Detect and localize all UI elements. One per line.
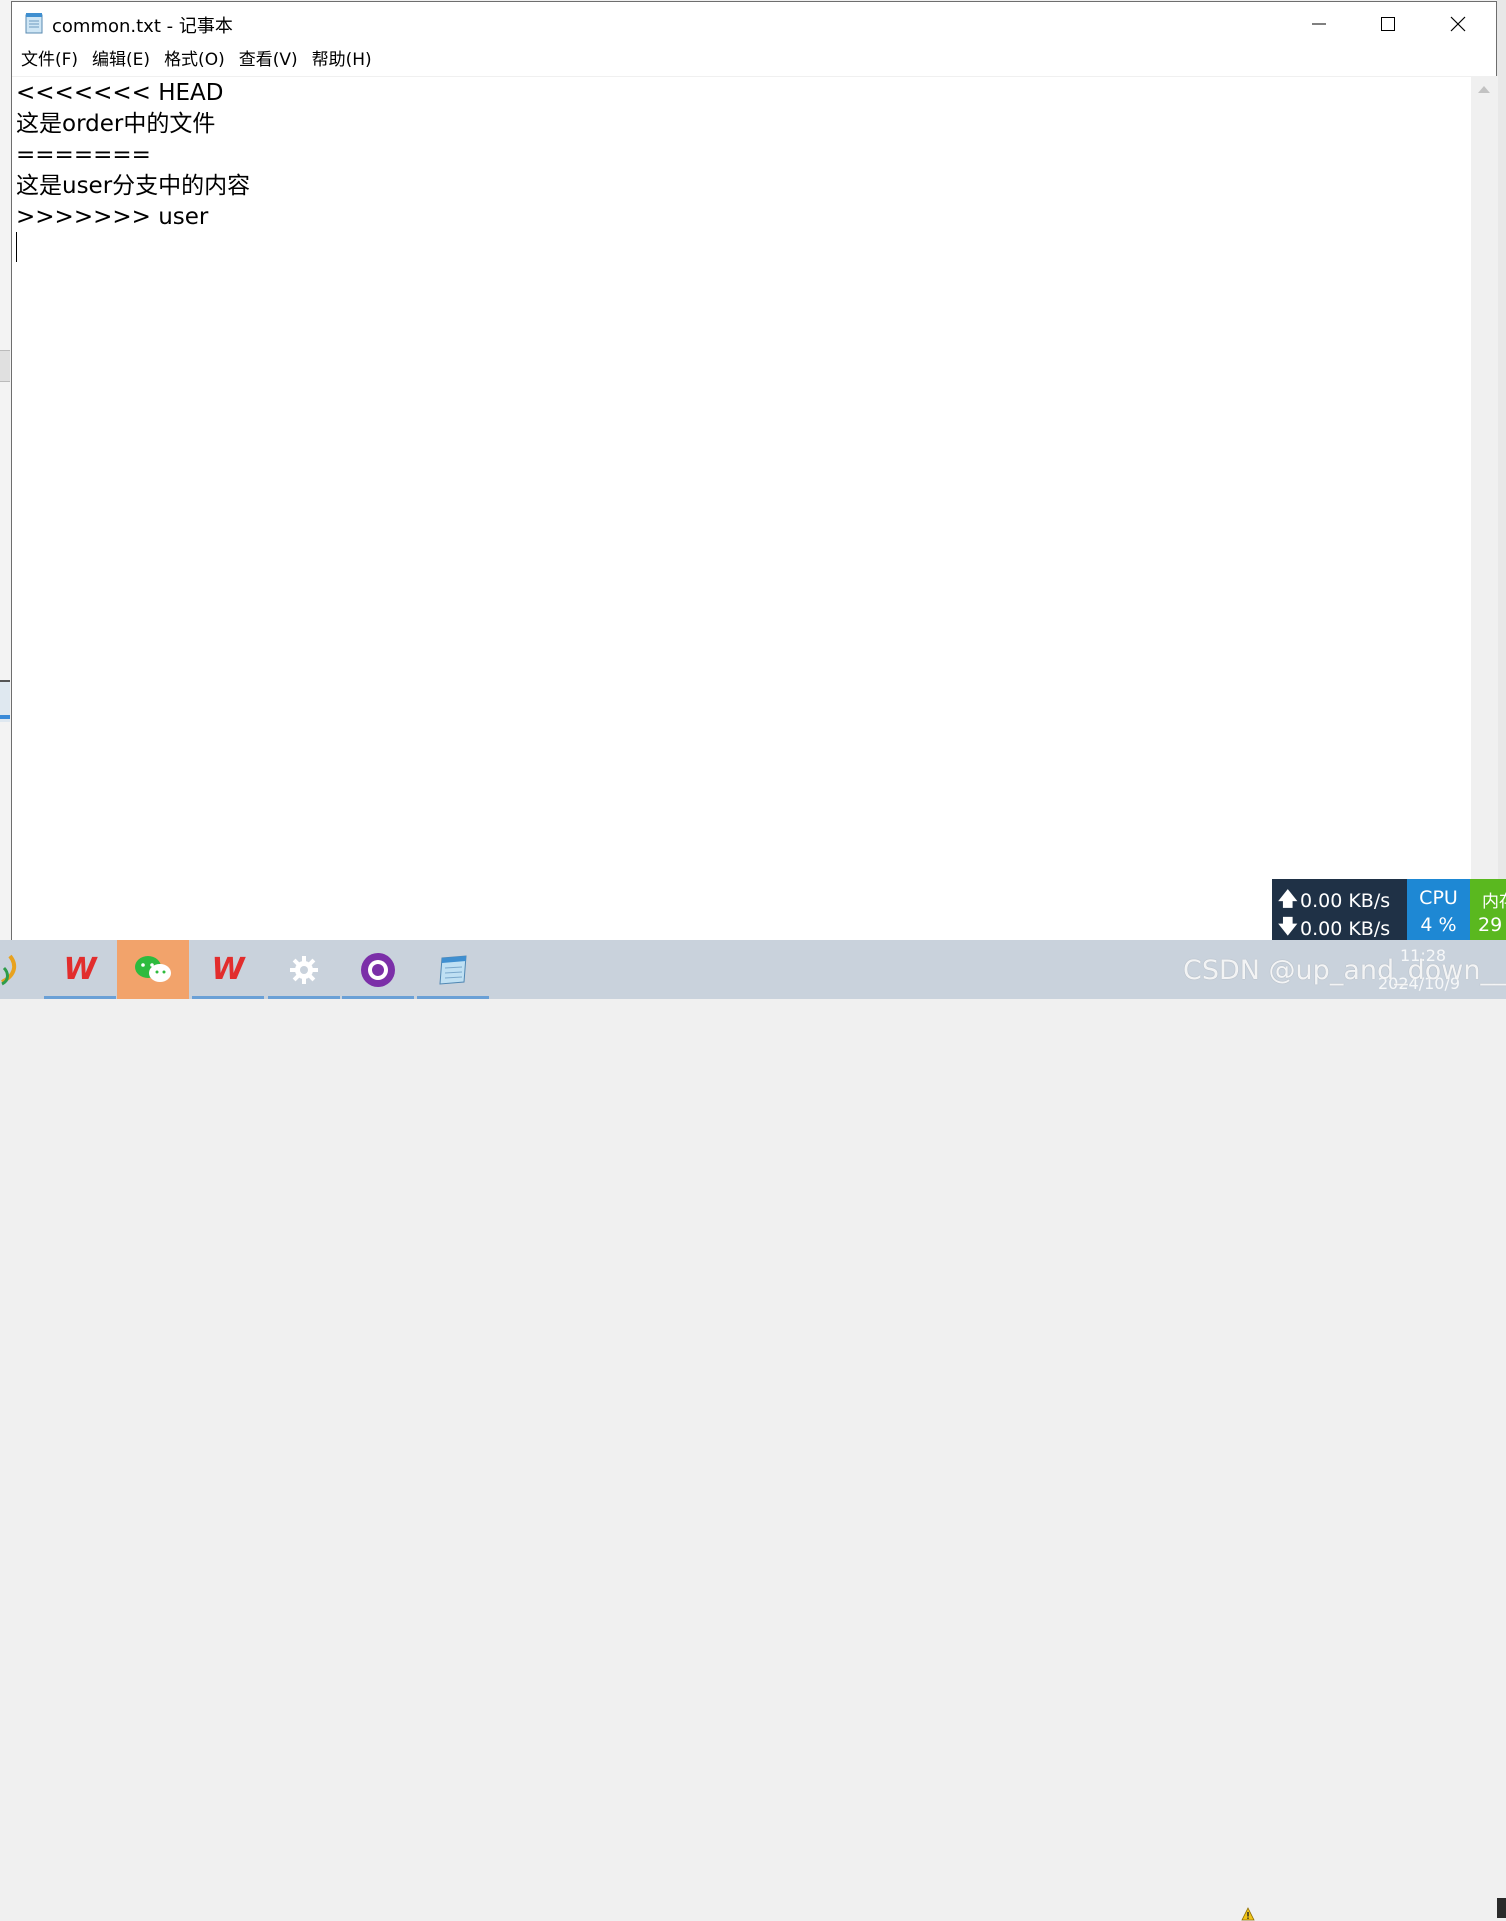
- menu-edit[interactable]: 编辑(E): [85, 46, 157, 75]
- taskbar-notepad[interactable]: [417, 940, 489, 999]
- background-window-edge: [0, 0, 11, 940]
- wps-icon: W: [211, 952, 245, 987]
- notepad-icon: [439, 954, 467, 985]
- editor-line: >>>>>>> user: [16, 204, 209, 230]
- minimize-button[interactable]: [1285, 2, 1353, 46]
- menu-format[interactable]: 格式(O): [157, 46, 232, 75]
- memory-value: 29: [1478, 914, 1503, 936]
- menu-help[interactable]: 帮助(H): [305, 46, 379, 75]
- memory-monitor: 内存 29: [1470, 879, 1506, 940]
- title-bar[interactable]: common.txt - 记事本: [12, 2, 1496, 46]
- close-icon: [1450, 16, 1466, 32]
- taskbar-settings[interactable]: [268, 940, 340, 999]
- warning-icon[interactable]: [1241, 1907, 1255, 1921]
- notepad-icon: [25, 13, 43, 34]
- memory-label: 内存: [1482, 892, 1506, 912]
- background-panel-fragment: [0, 350, 10, 382]
- csdn-watermark: CSDN @up_and_down__: [1183, 955, 1506, 986]
- maximize-button[interactable]: [1354, 2, 1422, 46]
- partial-app-icon[interactable]: [0, 954, 22, 986]
- wps-icon: W: [63, 952, 97, 987]
- menu-file[interactable]: 文件(F): [14, 46, 85, 75]
- taskbar-wps-1[interactable]: W: [44, 940, 116, 999]
- show-desktop-button[interactable]: [1497, 1898, 1506, 1918]
- close-button[interactable]: [1424, 2, 1492, 46]
- taskbar-wechat[interactable]: [117, 940, 189, 999]
- text-editor-area[interactable]: <<<<<<< HEAD 这是order中的文件 ======= 这是user分…: [12, 76, 1471, 941]
- window-title: common.txt - 记事本: [52, 16, 233, 37]
- editor-line: <<<<<<< HEAD: [16, 80, 224, 106]
- background-window-edge: [1497, 0, 1506, 940]
- upload-speed: 0.00 KB/s: [1300, 890, 1391, 912]
- cpu-value: 4 %: [1420, 914, 1457, 936]
- cpu-label: CPU: [1419, 887, 1458, 909]
- network-speed-monitor: 🡅 0.00 KB/s 🡇 0.00 KB/s: [1272, 879, 1407, 940]
- text-caret: [16, 232, 17, 262]
- editor-line: 这是order中的文件: [16, 111, 216, 137]
- scroll-up-arrow-icon[interactable]: [1478, 86, 1490, 93]
- editor-line: =======: [16, 142, 151, 168]
- download-speed: 0.00 KB/s: [1300, 918, 1391, 940]
- vertical-scrollbar[interactable]: [1471, 76, 1498, 940]
- taskbar-github-desktop[interactable]: [342, 940, 414, 999]
- github-desktop-icon: [361, 952, 395, 987]
- background-accent-fragment: [0, 715, 10, 719]
- editor-line: 这是user分支中的内容: [16, 173, 251, 199]
- menu-bar: 文件(F) 编辑(E) 格式(O) 查看(V) 帮助(H): [12, 46, 1496, 75]
- wechat-icon: [135, 955, 171, 982]
- taskbar-wps-2[interactable]: W: [192, 940, 264, 999]
- menu-view[interactable]: 查看(V): [232, 46, 305, 75]
- cpu-monitor: CPU 4 %: [1407, 879, 1470, 940]
- settings-gear-icon: [290, 955, 318, 984]
- minimize-icon: [1312, 23, 1326, 25]
- notepad-window: common.txt - 记事本 文件(F) 编辑(E) 格式(O) 查看(V)…: [11, 1, 1498, 941]
- maximize-icon: [1381, 17, 1395, 31]
